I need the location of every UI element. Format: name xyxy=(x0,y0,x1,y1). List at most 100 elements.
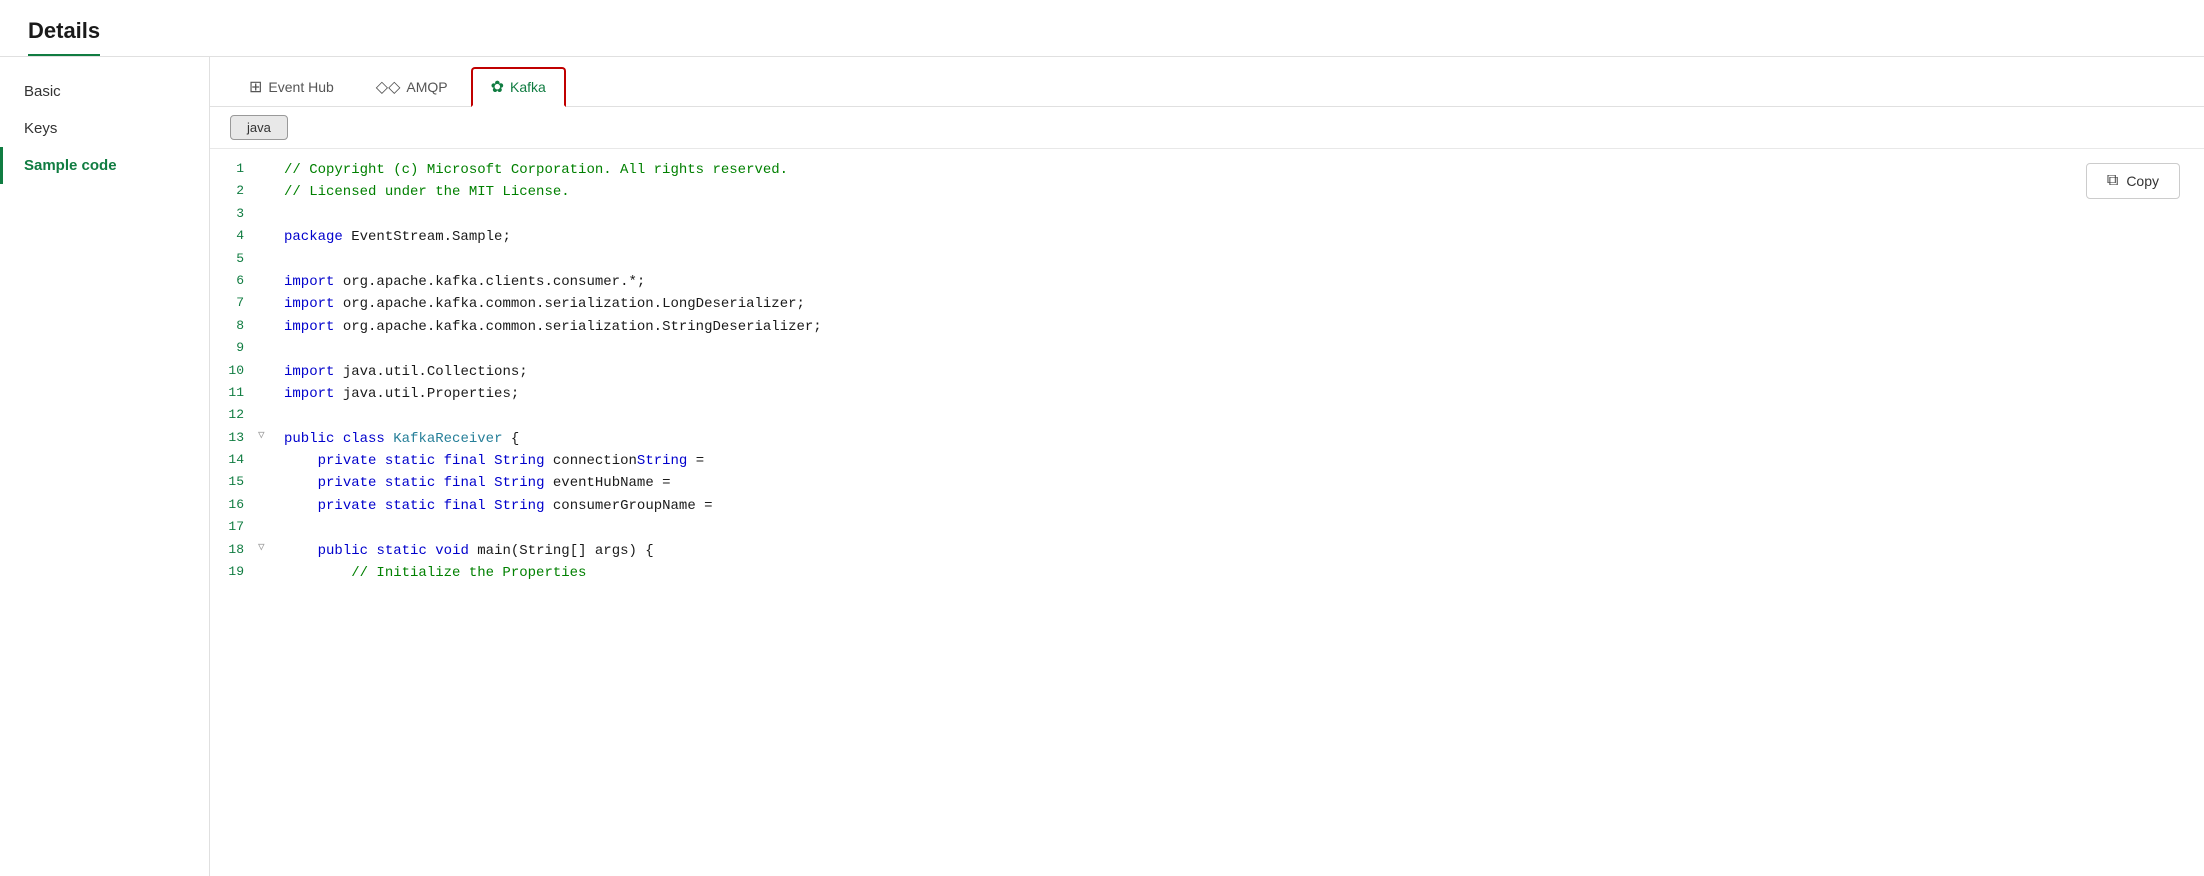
code-line: private static final String consumerGrou… xyxy=(276,495,2204,517)
line-number: 17 xyxy=(210,517,258,539)
line-number: 18 xyxy=(210,540,258,562)
event-hub-icon: ⊞ xyxy=(249,77,262,97)
table-row: 2 // Licensed under the MIT License. xyxy=(210,181,2204,203)
code-line: package EventStream.Sample; xyxy=(276,226,2204,248)
fold-icon xyxy=(258,405,276,427)
line-number: 6 xyxy=(210,271,258,293)
fold-icon xyxy=(258,338,276,360)
code-line xyxy=(276,517,2204,539)
page-title: Details xyxy=(28,18,100,56)
tab-event-hub[interactable]: ⊞ Event Hub xyxy=(230,68,353,106)
fold-icon xyxy=(258,450,276,472)
fold-icon xyxy=(258,181,276,203)
app-container: Details Basic Keys Sample code ⊞ Event H… xyxy=(0,0,2204,876)
code-line: private static final String eventHubName… xyxy=(276,472,2204,494)
copy-button[interactable]: ⧉ Copy xyxy=(2086,163,2180,199)
code-line xyxy=(276,249,2204,271)
table-row: 14 private static final String connectio… xyxy=(210,450,2204,472)
line-number: 10 xyxy=(210,361,258,383)
table-row: 18▽ public static void main(String[] arg… xyxy=(210,540,2204,562)
line-number: 16 xyxy=(210,495,258,517)
fold-icon[interactable]: ▽ xyxy=(258,428,276,450)
line-number: 1 xyxy=(210,159,258,181)
table-row: 13▽public class KafkaReceiver { xyxy=(210,428,2204,450)
table-row: 8 import org.apache.kafka.common.serializ… xyxy=(210,316,2204,338)
fold-icon xyxy=(258,383,276,405)
fold-icon xyxy=(258,293,276,315)
tab-amqp-label: AMQP xyxy=(406,79,447,95)
code-area[interactable]: 1 // Copyright (c) Microsoft Corporation.… xyxy=(210,149,2204,876)
lang-bar: java xyxy=(210,107,2204,149)
line-number: 15 xyxy=(210,472,258,494)
line-number: 7 xyxy=(210,293,258,315)
code-wrapper: ⧉ Copy 1 // Copyright (c) Microsoft Corpo… xyxy=(210,149,2204,876)
fold-icon xyxy=(258,159,276,181)
lang-java-button[interactable]: java xyxy=(230,115,288,140)
copy-icon: ⧉ xyxy=(2107,172,2118,190)
line-number: 13 xyxy=(210,428,258,450)
code-line xyxy=(276,204,2204,226)
line-number: 8 xyxy=(210,316,258,338)
fold-icon xyxy=(258,562,276,584)
code-line: private static final String connectionSt… xyxy=(276,450,2204,472)
line-number: 19 xyxy=(210,562,258,584)
line-number: 12 xyxy=(210,405,258,427)
line-number: 4 xyxy=(210,226,258,248)
table-row: 7 import org.apache.kafka.common.serializ… xyxy=(210,293,2204,315)
main-layout: Basic Keys Sample code ⊞ Event Hub ◇◇ AM… xyxy=(0,57,2204,876)
line-number: 3 xyxy=(210,204,258,226)
content-area: ⊞ Event Hub ◇◇ AMQP ✿ Kafka java xyxy=(210,57,2204,876)
code-line: import java.util.Properties; xyxy=(276,383,2204,405)
tab-kafka[interactable]: ✿ Kafka xyxy=(471,67,566,107)
code-line: public class KafkaReceiver { xyxy=(276,428,2204,450)
sidebar-item-basic[interactable]: Basic xyxy=(0,73,209,110)
copy-label: Copy xyxy=(2126,173,2159,189)
line-number: 14 xyxy=(210,450,258,472)
line-number: 9 xyxy=(210,338,258,360)
sidebar-item-keys[interactable]: Keys xyxy=(0,110,209,147)
line-number: 5 xyxy=(210,249,258,271)
fold-icon xyxy=(258,517,276,539)
table-row: 1 // Copyright (c) Microsoft Corporation.… xyxy=(210,159,2204,181)
table-row: 10 import java.util.Collections; xyxy=(210,361,2204,383)
table-row: 3 xyxy=(210,204,2204,226)
fold-icon xyxy=(258,249,276,271)
code-line: public static void main(String[] args) { xyxy=(276,540,2204,562)
tab-amqp[interactable]: ◇◇ AMQP xyxy=(357,68,467,106)
table-row: 19 // Initialize the Properties xyxy=(210,562,2204,584)
code-line: import java.util.Collections; xyxy=(276,361,2204,383)
title-bar: Details xyxy=(0,0,2204,57)
fold-icon xyxy=(258,204,276,226)
table-row: 17 xyxy=(210,517,2204,539)
fold-icon xyxy=(258,495,276,517)
amqp-icon: ◇◇ xyxy=(376,77,401,97)
table-row: 4 package EventStream.Sample; xyxy=(210,226,2204,248)
sidebar-item-sample-code[interactable]: Sample code xyxy=(0,147,209,184)
fold-icon xyxy=(258,472,276,494)
tab-kafka-label: Kafka xyxy=(510,79,546,95)
code-line: // Licensed under the MIT License. xyxy=(276,181,2204,203)
fold-icon xyxy=(258,361,276,383)
table-row: 11 import java.util.Properties; xyxy=(210,383,2204,405)
fold-icon[interactable]: ▽ xyxy=(258,540,276,562)
tab-event-hub-label: Event Hub xyxy=(268,79,333,95)
code-line: import org.apache.kafka.common.serializa… xyxy=(276,316,2204,338)
line-number: 2 xyxy=(210,181,258,203)
code-line xyxy=(276,338,2204,360)
kafka-icon: ✿ xyxy=(491,77,504,97)
table-row: 5 xyxy=(210,249,2204,271)
code-line xyxy=(276,405,2204,427)
sidebar: Basic Keys Sample code xyxy=(0,57,210,876)
table-row: 15 private static final String eventHubN… xyxy=(210,472,2204,494)
table-row: 6 import org.apache.kafka.clients.consume… xyxy=(210,271,2204,293)
table-row: 16 private static final String consumerG… xyxy=(210,495,2204,517)
tab-bar: ⊞ Event Hub ◇◇ AMQP ✿ Kafka xyxy=(210,57,2204,107)
fold-icon xyxy=(258,316,276,338)
code-line: import org.apache.kafka.common.serializa… xyxy=(276,293,2204,315)
line-number: 11 xyxy=(210,383,258,405)
fold-icon xyxy=(258,271,276,293)
code-table: 1 // Copyright (c) Microsoft Corporation.… xyxy=(210,159,2204,584)
code-line: // Copyright (c) Microsoft Corporation. … xyxy=(276,159,2204,181)
fold-icon xyxy=(258,226,276,248)
code-line: import org.apache.kafka.clients.consumer… xyxy=(276,271,2204,293)
